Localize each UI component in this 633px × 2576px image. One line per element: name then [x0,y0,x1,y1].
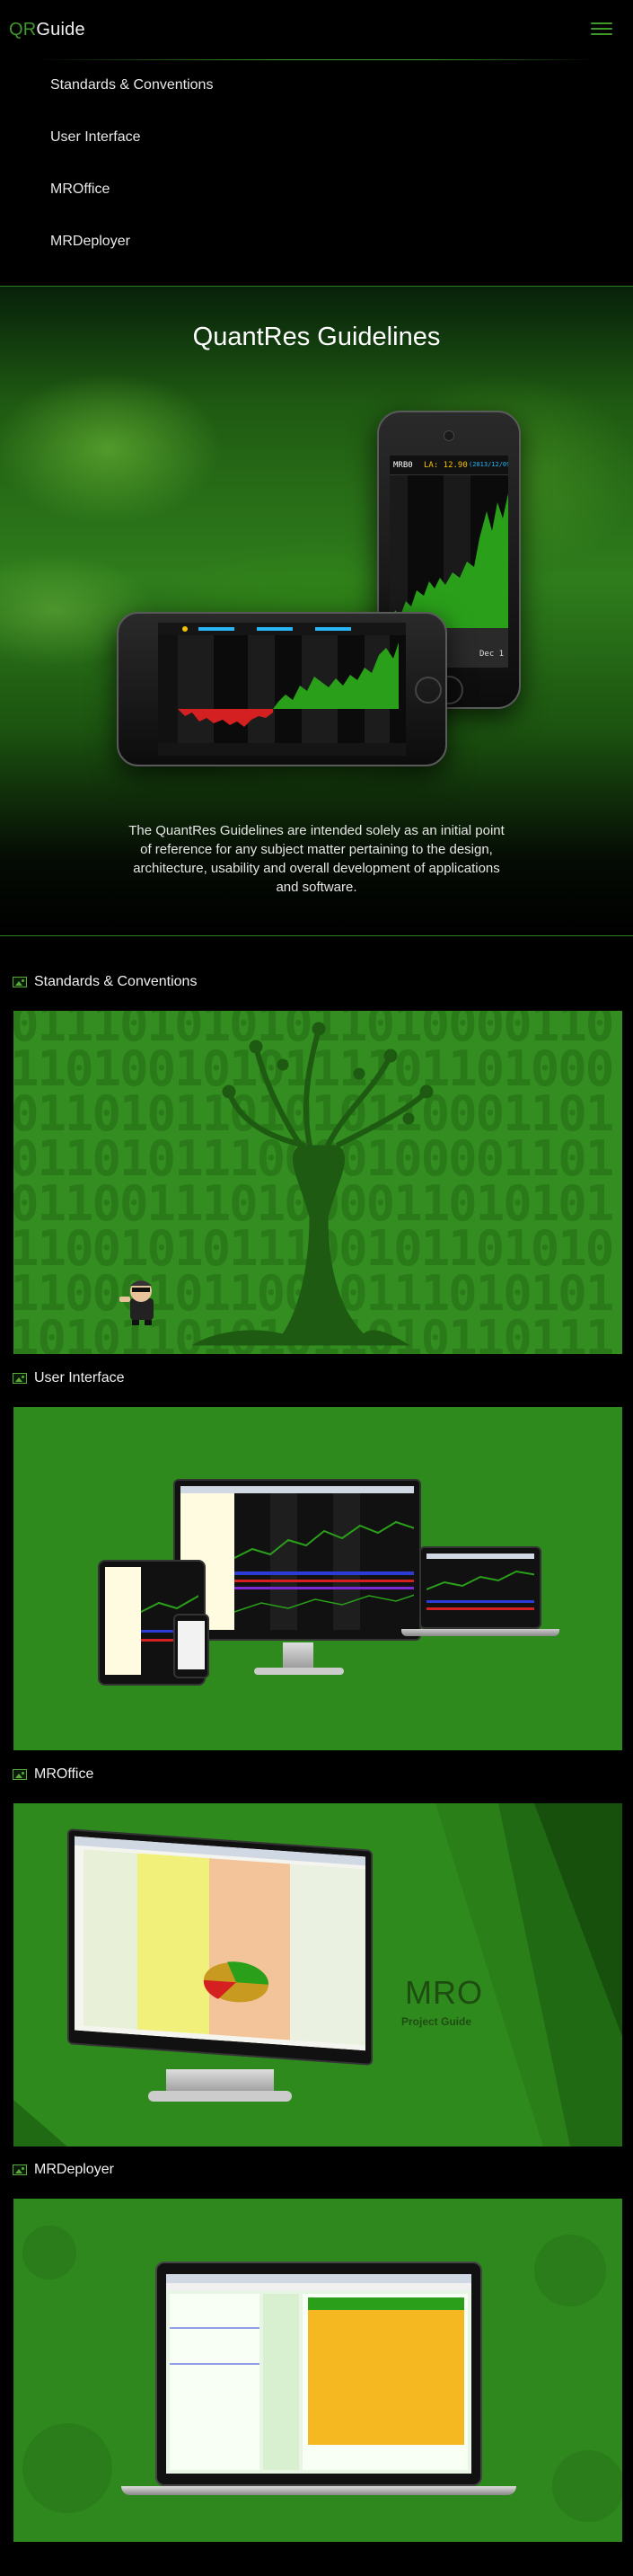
mrdeployer-screen-content [166,2274,471,2474]
phone-date: (2013/12/09) [469,461,508,468]
mroffice-monitor-mockup [67,1828,373,2066]
hero-section: QuantRes Guidelines MRB0 LA: 12.90 (2013… [0,286,633,936]
brand-logo[interactable]: QRGuide [9,20,85,40]
ninja-mascot-icon [119,1280,154,1325]
desktop-monitor-mockup [173,1479,421,1641]
mro-subtitle: Project Guide [401,2015,472,2028]
section-title: MRDeployer [34,2162,114,2177]
nav-item-mrdeployer[interactable]: MRDeployer [50,228,213,280]
phone-horizontal-screen [158,623,406,756]
image-icon [13,1373,27,1384]
section-title: Standards & Conventions [34,974,198,989]
phone-horizontal-chart [158,623,406,756]
image-icon [13,977,27,987]
mroffice-screen-content [75,1836,365,2051]
nav-item-user-interface[interactable]: User Interface [50,124,213,176]
monitor-stand [283,1642,313,1669]
section-heading-user-interface[interactable]: User Interface [13,1370,124,1386]
phone-horizontal-image [117,612,447,766]
circuit-tree-graphic [191,1022,434,1346]
standards-banner-image[interactable]: 0111010101011010000110110100101011110110… [13,1011,622,1354]
phone-price: LA: 12.90 [424,461,468,470]
phone-ticker-bar: MRB0 LA: 12.90 (2013/12/09) [390,456,508,475]
laptop-screen [426,1554,534,1618]
hero-description: The QuantRes Guidelines are intended sol… [128,823,505,895]
nav-item-mroffice[interactable]: MROffice [50,176,213,228]
brand-prefix: QR [9,20,37,40]
monitor-base [254,1668,344,1675]
laptop-mockup [419,1546,541,1629]
laptop-screen-content [426,1554,534,1610]
hero-title: QuantRes Guidelines [192,323,441,351]
mroffice-monitor-base [148,2091,292,2102]
image-icon [13,2164,27,2175]
mobile-screen [178,1621,205,1669]
brand-name: Guide [36,20,85,40]
mrdeployer-laptop-mockup [155,2262,482,2486]
section-title: MROffice [34,1766,94,1782]
nav-item-standards[interactable]: Standards & Conventions [50,72,213,124]
mrdeployer-laptop-base [121,2486,516,2495]
hamburger-menu-icon[interactable] [591,20,612,36]
nav-menu: Standards & Conventions User Interface M… [50,72,213,280]
section-heading-mrdeployer[interactable]: MRDeployer [13,2162,114,2178]
section-heading-mroffice[interactable]: MROffice [13,1766,93,1783]
monitor-screen-content [180,1486,414,1630]
phone-camera [444,430,454,441]
navbar: QRGuide Standards & Conventions User Int… [0,0,633,286]
section-heading-standards[interactable]: Standards & Conventions [13,974,197,990]
user-interface-banner-image[interactable] [13,1407,622,1750]
image-icon [13,1769,27,1780]
phone-ticker: MRB0 [393,461,413,470]
mobile-mockup [173,1614,209,1678]
nav-divider [36,59,593,60]
mro-title: MRO [405,1974,483,2011]
phone-axis-label: Dec 1 [479,650,505,659]
laptop-base [401,1629,559,1636]
phone-home-button [415,677,442,704]
mroffice-banner-image[interactable]: MRO Project Guide [13,1803,622,2147]
monitor-screen [180,1486,414,1630]
section-title: User Interface [34,1370,125,1385]
mrdeployer-banner-image[interactable] [13,2199,622,2542]
